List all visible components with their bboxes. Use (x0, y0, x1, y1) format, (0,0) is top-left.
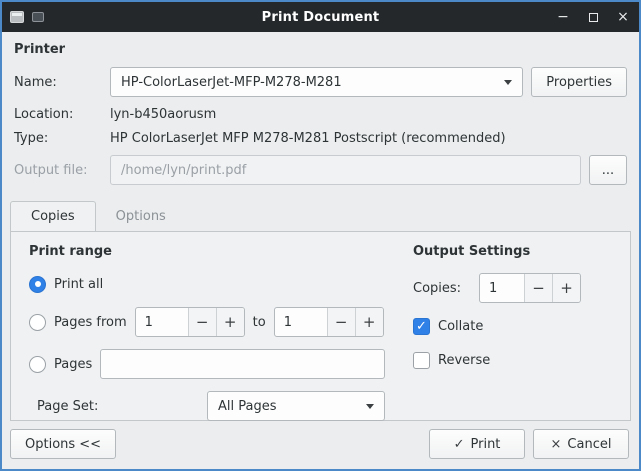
copies-row: Copies: 1 − + (413, 273, 618, 303)
page-set-combobox[interactable]: All Pages (207, 391, 385, 421)
window-menu-icon[interactable] (32, 12, 44, 22)
copies-increment-button[interactable]: + (552, 274, 580, 302)
copies-label: Copies: (413, 281, 471, 296)
print-dialog: Print Document − × Printer Name: HP-Colo… (0, 0, 641, 471)
printer-name-label: Name: (14, 75, 110, 90)
pages-to-value[interactable]: 1 (275, 308, 327, 336)
maximize-button[interactable] (585, 9, 601, 25)
check-icon: ✓ (416, 319, 427, 334)
pages-from-increment-button[interactable]: + (216, 308, 244, 336)
pages-row: Pages (29, 349, 399, 379)
print-button[interactable]: ✓ Print (429, 429, 525, 459)
printer-location-value: lyn-b450aorusm (110, 107, 627, 122)
titlebar: Print Document − × (2, 2, 639, 32)
printer-type-label: Type: (14, 131, 110, 146)
collate-label: Collate (438, 319, 483, 334)
pages-from-row: Pages from 1 − + to 1 − + (29, 307, 399, 337)
dialog-body: Printer Name: HP-ColorLaserJet-MFP-M278-… (2, 32, 639, 469)
minimize-button[interactable]: − (555, 9, 571, 25)
page-set-value: All Pages (218, 399, 358, 414)
output-file-label: Output file: (14, 163, 110, 178)
pages-from-value[interactable]: 1 (136, 308, 188, 336)
copies-spinner: 1 − + (479, 273, 581, 303)
printer-name-combobox[interactable]: HP-ColorLaserJet-MFP-M278-M281 (110, 67, 523, 97)
properties-button[interactable]: Properties (531, 67, 627, 97)
app-icon (10, 11, 24, 23)
browse-button[interactable]: ... (589, 155, 627, 185)
output-settings-group: Output Settings Copies: 1 − + ✓ Collate … (403, 232, 630, 420)
page-set-label: Page Set: (37, 399, 98, 414)
printer-type-row: Type: HP ColorLaserJet MFP M278-M281 Pos… (2, 127, 639, 149)
pages-from-spinner: 1 − + (135, 307, 245, 337)
copies-value[interactable]: 1 (480, 274, 524, 302)
chevron-down-icon (366, 404, 374, 409)
tab-copies[interactable]: Copies (10, 201, 96, 231)
pages-to-spinner: 1 − + (274, 307, 384, 337)
printer-type-value: HP ColorLaserJet MFP M278-M281 Postscrip… (110, 131, 627, 146)
reverse-row: Reverse (413, 349, 618, 371)
options-toggle-button[interactable]: Options << (10, 429, 116, 459)
tab-options[interactable]: Options (96, 201, 186, 231)
reverse-label: Reverse (438, 353, 490, 368)
print-all-label: Print all (54, 277, 103, 292)
copies-decrement-button[interactable]: − (524, 274, 552, 302)
pages-to-label: to (253, 315, 266, 330)
print-range-group: Print range Print all Pages from 1 − + t… (11, 232, 403, 420)
output-settings-heading: Output Settings (413, 244, 618, 259)
close-icon: × (551, 437, 562, 452)
pages-input[interactable] (100, 349, 385, 379)
dialog-footer: Options << ✓ Print × Cancel (2, 421, 639, 469)
output-file-row: Output file: /home/lyn/print.pdf ... (2, 155, 639, 185)
copies-tab-panel: Print range Print all Pages from 1 − + t… (10, 231, 631, 421)
printer-heading: Printer (2, 42, 639, 57)
print-button-label: Print (471, 437, 501, 452)
output-file-field[interactable]: /home/lyn/print.pdf (110, 155, 581, 185)
pages-to-decrement-button[interactable]: − (327, 308, 355, 336)
printer-location-row: Location: lyn-b450aorusm (2, 103, 639, 125)
cancel-button[interactable]: × Cancel (533, 429, 629, 459)
page-set-row: Page Set: All Pages (29, 391, 399, 421)
collate-row: ✓ Collate (413, 315, 618, 337)
pages-radio[interactable] (29, 356, 46, 373)
pages-from-decrement-button[interactable]: − (188, 308, 216, 336)
pages-label: Pages (54, 357, 92, 372)
cancel-button-label: Cancel (567, 437, 611, 452)
print-all-row: Print all (29, 273, 399, 295)
printer-location-label: Location: (14, 107, 110, 122)
pages-to-increment-button[interactable]: + (355, 308, 383, 336)
check-icon: ✓ (454, 437, 465, 452)
chevron-down-icon (504, 80, 512, 85)
tab-bar: Copies Options (10, 201, 639, 231)
print-range-heading: Print range (29, 244, 399, 259)
collate-checkbox[interactable]: ✓ (413, 318, 430, 335)
maximize-icon (589, 13, 598, 22)
close-button[interactable]: × (615, 9, 631, 25)
pages-from-radio[interactable] (29, 314, 46, 331)
printer-name-value: HP-ColorLaserJet-MFP-M278-M281 (121, 75, 496, 90)
window-title: Print Document (100, 10, 541, 25)
pages-from-label: Pages from (54, 315, 127, 330)
reverse-checkbox[interactable] (413, 352, 430, 369)
print-all-radio[interactable] (29, 276, 46, 293)
printer-name-row: Name: HP-ColorLaserJet-MFP-M278-M281 Pro… (2, 67, 639, 97)
